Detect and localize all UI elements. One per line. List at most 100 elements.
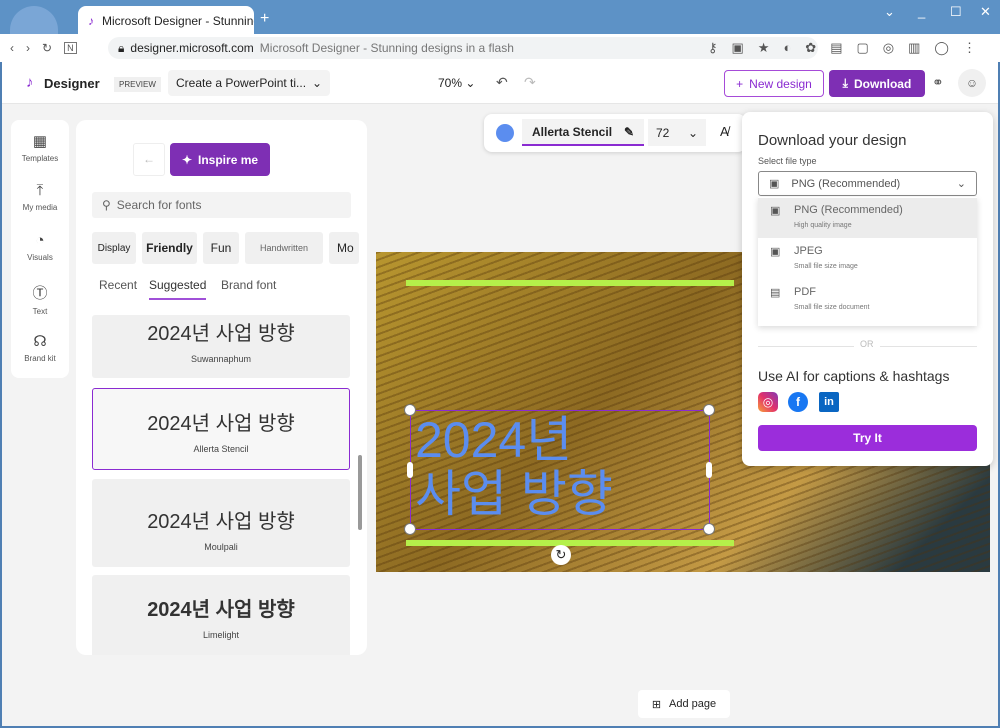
text-icon: Ⓣ	[32, 285, 48, 302]
font-panel: ← ✦ Inspire me ⚲ Search for fonts Display …	[76, 120, 367, 655]
close-button[interactable]: ✕	[980, 4, 991, 20]
back-icon[interactable]: ‹	[10, 41, 14, 55]
notes-icon[interactable]: N	[64, 42, 77, 54]
rotate-icon[interactable]: ↻	[551, 545, 571, 565]
visuals-icon: ◔	[35, 232, 45, 249]
text-effects-icon[interactable]: A̸	[720, 124, 729, 139]
browser-tab[interactable]: ♪ Microsoft Designer - Stunning designs i…	[78, 6, 254, 36]
canvas-text-line2: 사업 방향	[415, 466, 613, 522]
plus-icon: +	[736, 76, 744, 91]
project-name-dropdown[interactable]: Create a PowerPoint ti... ⌄	[168, 70, 330, 96]
rail-label: Brand kit	[24, 354, 56, 363]
resize-handle[interactable]	[706, 462, 712, 478]
resize-handle[interactable]	[404, 523, 416, 535]
chevron-down-icon: ⌄	[956, 178, 966, 190]
rail-label: My media	[22, 203, 58, 212]
rail-brand-kit[interactable]: ☊ Brand kit	[11, 332, 69, 363]
option-jpeg[interactable]: ▣ JPEG Small file size image	[758, 239, 977, 279]
browser-toolbar-icons[interactable]: ⚷▣★◐✿▤▢◎▥◯⋮	[708, 40, 990, 56]
rail-label: Text	[32, 307, 48, 316]
rail-text[interactable]: Ⓣ Text	[11, 282, 69, 316]
resize-handle[interactable]	[703, 404, 715, 416]
add-page-button[interactable]: ⊞ Add page	[638, 690, 730, 718]
chip-handwritten[interactable]: Handwritten	[245, 232, 323, 264]
designer-logo-icon: ♪	[26, 74, 34, 91]
chip-display[interactable]: Display	[92, 232, 136, 264]
font-name: Allerta Stencil	[193, 444, 249, 454]
refresh-icon[interactable]: ↻	[42, 41, 52, 55]
font-family-field[interactable]: Allerta Stencil ✎	[522, 119, 644, 146]
option-desc: Small file size image	[794, 263, 858, 270]
rail-visuals[interactable]: ◔ Visuals	[11, 232, 69, 262]
chip-fun[interactable]: Fun	[203, 232, 239, 264]
resize-handle[interactable]	[703, 523, 715, 535]
font-card-limelight[interactable]: 2024년 사업 방향 Limelight	[92, 575, 350, 655]
facebook-icon[interactable]: f	[788, 392, 808, 412]
scrollbar[interactable]	[358, 455, 362, 530]
canvas-text[interactable]: 2024년 사업 방향	[415, 413, 613, 521]
maximize-button[interactable]: ☐	[950, 4, 962, 20]
text-toolbar: Allerta Stencil ✎ 72 ⌄ A̸	[484, 114, 746, 152]
rail-label: Templates	[21, 154, 59, 163]
linkedin-icon[interactable]: in	[819, 392, 839, 412]
pdf-icon: ▤	[770, 287, 781, 299]
option-pdf[interactable]: ▤ PDF Small file size document	[758, 280, 977, 320]
download-icon: ⤓	[842, 76, 848, 90]
try-it-button[interactable]: Try It	[758, 425, 977, 451]
minimize-button[interactable]: _	[918, 4, 925, 19]
search-icon: ⚲	[102, 198, 111, 212]
inspire-me-button[interactable]: ✦ Inspire me	[170, 143, 270, 176]
rail-templates[interactable]: ▦ Templates	[11, 132, 69, 163]
download-button[interactable]: ⤓ Download	[829, 70, 925, 97]
font-size-dropdown[interactable]: 72 ⌄	[648, 119, 706, 146]
forward-icon[interactable]: ›	[26, 41, 30, 55]
url-title: Microsoft Designer - Stunning designs in…	[259, 41, 514, 55]
tab-list-icon[interactable]: ⌄	[884, 4, 895, 20]
rail-my-media[interactable]: ⤒ My media	[11, 182, 69, 212]
instagram-icon[interactable]: ◎	[758, 392, 778, 412]
account-icon[interactable]: ☺	[958, 69, 986, 97]
option-png[interactable]: ▣ PNG (Recommended) High quality image	[758, 198, 977, 238]
option-name: PNG (Recommended)	[794, 204, 903, 216]
zoom-dropdown[interactable]: 70% ⌄	[438, 76, 475, 90]
redo-icon[interactable]: ↷	[524, 74, 536, 91]
chevron-down-icon: ⌄	[311, 76, 322, 90]
tab-recent[interactable]: Recent	[99, 278, 137, 292]
or-separator: OR	[854, 339, 880, 349]
resize-handle[interactable]	[407, 462, 413, 478]
image-icon: ▣	[770, 246, 781, 258]
font-card-moulpali[interactable]: 2024년 사업 방향 Moulpali	[92, 479, 350, 567]
chip-friendly[interactable]: Friendly	[142, 232, 197, 264]
font-card-suwannaphum[interactable]: 2024년 사업 방향 Suwannaphum	[92, 315, 350, 378]
zoom-value: 70%	[438, 76, 463, 90]
tab-brand-font[interactable]: Brand font	[221, 278, 276, 292]
font-sample: 2024년 사업 방향	[147, 323, 295, 345]
font-search-input[interactable]: ⚲ Search for fonts	[92, 192, 351, 218]
resize-handle[interactable]	[404, 404, 416, 416]
text-selection-box[interactable]: 2024년 사업 방향	[410, 410, 710, 530]
search-placeholder: Search for fonts	[116, 198, 202, 212]
preview-badge: PREVIEW	[114, 77, 161, 92]
font-name: Limelight	[202, 630, 240, 640]
ai-captions-title: Use AI for captions & hashtags	[758, 368, 950, 384]
new-tab-button[interactable]: +	[260, 10, 269, 28]
back-button[interactable]: ←	[133, 143, 165, 176]
file-type-select[interactable]: ▣ PNG (Recommended) ⌄	[758, 171, 977, 196]
tab-suggested[interactable]: Suggested	[149, 278, 207, 300]
font-sample: 2024년 사업 방향	[147, 413, 295, 435]
font-family-value: Allerta Stencil	[532, 124, 613, 139]
inspire-label: Inspire me	[198, 152, 259, 167]
download-label: Download	[853, 76, 912, 91]
chevron-down-icon: ⌄	[687, 125, 698, 140]
designer-favicon-icon: ♪	[88, 14, 94, 28]
chip-more[interactable]: Mo	[329, 232, 359, 264]
image-icon: ▣	[769, 178, 780, 190]
pencil-icon: ✎	[623, 124, 634, 139]
text-color-swatch[interactable]	[496, 124, 514, 142]
undo-icon[interactable]: ↶	[496, 74, 508, 91]
download-title: Download your design	[758, 132, 907, 149]
font-card-allerta-stencil[interactable]: 2024년 사업 방향 Allerta Stencil	[92, 388, 350, 470]
file-type-label: Select file type	[758, 156, 817, 166]
new-design-button[interactable]: + New design	[724, 70, 824, 97]
share-icon[interactable]: ⚭	[932, 74, 944, 91]
